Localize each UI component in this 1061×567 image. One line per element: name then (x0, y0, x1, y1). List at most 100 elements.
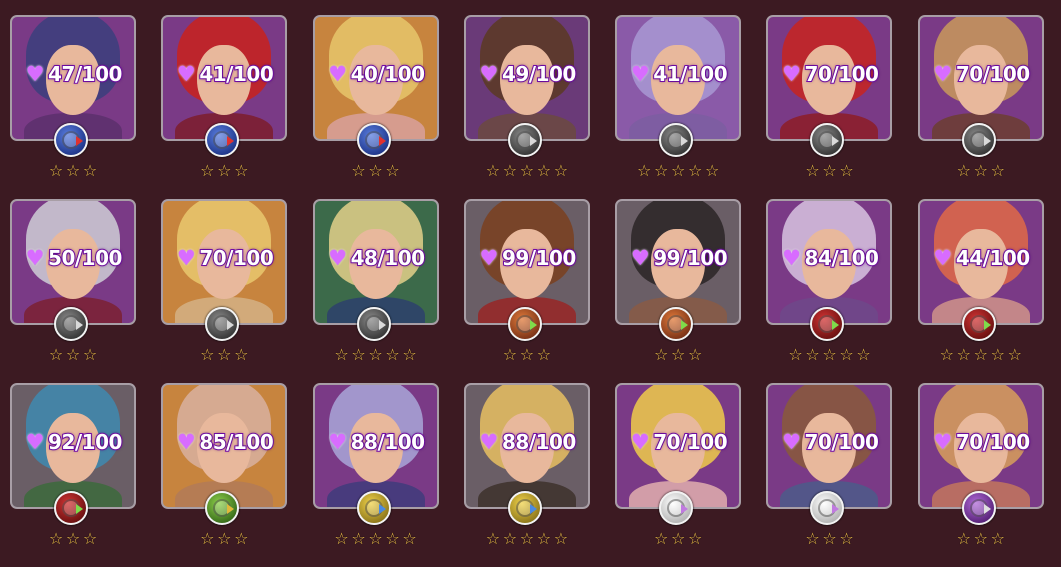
element-arrow-icon (681, 136, 689, 146)
affection-value: 88/100 (350, 429, 426, 455)
heart-gem-icon: ♥ (782, 429, 801, 454)
green-element-icon[interactable] (205, 491, 240, 525)
empty-star-icon: ☆ (536, 161, 552, 180)
girl-card[interactable]: ♥ 85/100 ☆ ☆ ☆ (161, 383, 288, 567)
grade-stars: ☆ ☆ ☆ (10, 347, 136, 365)
affection-counter: ♥ 40/100 (313, 59, 439, 89)
orange-element-icon[interactable] (659, 307, 694, 341)
girl-card[interactable]: ♥ 88/100 ☆ ☆ ☆ ☆ ☆ (312, 383, 439, 567)
empty-star-icon: ☆ (688, 529, 703, 548)
grade-stars: ☆ ☆ ☆ (10, 531, 136, 549)
affection-counter: ♥ 47/100 (10, 59, 136, 89)
empty-star-icon: ☆ (351, 529, 366, 548)
grade-stars: ☆ ☆ ☆ (615, 347, 741, 365)
girl-card[interactable]: ♥ 47/100 ☆ ☆ ☆ (10, 15, 136, 199)
affection-counter: ♥ 50/100 (10, 243, 136, 273)
girl-card[interactable]: ♥ 41/100 ☆ ☆ ☆ (161, 15, 288, 199)
girl-card[interactable]: ♥ 41/100 ☆ ☆ ☆ ☆ ☆ (615, 15, 742, 199)
empty-star-icon: ☆ (385, 529, 400, 548)
empty-star-icon: ☆ (368, 529, 383, 548)
empty-star-icon: ☆ (200, 161, 215, 180)
affection-counter: ♥ 70/100 (766, 59, 892, 89)
girl-card[interactable]: ♥ 88/100 ☆ ☆ ☆ ☆ ☆ (463, 383, 590, 567)
girl-card[interactable]: ♥ 99/100 ☆ ☆ ☆ (615, 199, 742, 383)
yellow-element-icon[interactable] (356, 491, 391, 525)
empty-star-icon: ☆ (956, 161, 971, 180)
empty-star-icon: ☆ (536, 529, 552, 548)
dark-element-icon[interactable] (659, 123, 694, 157)
girl-card[interactable]: ♥ 84/100 ☆ ☆ ☆ ☆ ☆ (766, 199, 893, 383)
empty-star-icon: ☆ (334, 345, 349, 364)
white-element-icon[interactable] (659, 491, 694, 525)
dark-element-icon[interactable] (961, 123, 996, 157)
grade-stars: ☆ ☆ ☆ ☆ ☆ (918, 347, 1044, 365)
girl-card[interactable]: ♥ 70/100 ☆ ☆ ☆ (615, 383, 742, 567)
heart-gem-icon: ♥ (933, 61, 953, 86)
girl-card[interactable]: ♥ 70/100 ☆ ☆ ☆ (161, 199, 288, 383)
heart-gem-icon: ♥ (933, 245, 953, 270)
girl-card[interactable]: ♥ 70/100 ☆ ☆ ☆ (917, 383, 1044, 567)
girl-card[interactable]: ♥ 92/100 ☆ ☆ ☆ (10, 383, 136, 567)
empty-star-icon: ☆ (217, 529, 232, 548)
grade-stars: ☆ ☆ ☆ (766, 531, 892, 549)
dark-element-icon[interactable] (205, 307, 240, 341)
heart-gem-icon: ♥ (328, 245, 348, 270)
element-arrow-icon (832, 136, 840, 146)
heart-gem-icon: ♥ (25, 245, 45, 270)
empty-star-icon: ☆ (502, 529, 518, 548)
empty-star-icon: ☆ (805, 161, 820, 180)
blue-element-icon[interactable] (356, 123, 391, 157)
red-element-icon[interactable] (54, 491, 88, 525)
empty-star-icon: ☆ (48, 529, 64, 548)
affection-value: 41/100 (652, 61, 728, 87)
empty-star-icon: ☆ (385, 345, 400, 364)
purple-element-icon[interactable] (961, 491, 996, 525)
empty-star-icon: ☆ (65, 529, 81, 548)
blue-element-icon[interactable] (54, 123, 88, 157)
girl-card[interactable]: ♥ 70/100 ☆ ☆ ☆ (917, 15, 1044, 199)
dark-element-icon[interactable] (356, 307, 391, 341)
affection-value: 99/100 (501, 245, 577, 271)
orange-element-icon[interactable] (507, 307, 542, 341)
empty-star-icon: ☆ (234, 529, 249, 548)
affection-value: 40/100 (350, 61, 426, 87)
empty-star-icon: ☆ (671, 161, 686, 180)
girl-card[interactable]: ♥ 70/100 ☆ ☆ ☆ (766, 383, 893, 567)
element-arrow-icon (832, 320, 840, 330)
affection-value: 84/100 (804, 245, 880, 271)
grade-stars: ☆ ☆ ☆ (161, 163, 287, 181)
grade-stars: ☆ ☆ ☆ ☆ ☆ (464, 163, 590, 181)
element-arrow-icon (529, 320, 537, 330)
girl-card[interactable]: ♥ 40/100 ☆ ☆ ☆ (312, 15, 439, 199)
yellow-element-icon[interactable] (507, 491, 542, 525)
girl-card[interactable]: ♥ 50/100 ☆ ☆ ☆ (10, 199, 136, 383)
element-arrow-icon (529, 136, 537, 146)
dark-element-icon[interactable] (810, 123, 845, 157)
white-element-icon[interactable] (810, 491, 845, 525)
heart-gem-icon: ♥ (328, 429, 348, 454)
heart-gem-icon: ♥ (25, 61, 45, 86)
empty-star-icon: ☆ (368, 161, 383, 180)
empty-star-icon: ☆ (519, 529, 535, 548)
affection-value: 70/100 (652, 429, 728, 455)
empty-star-icon: ☆ (200, 529, 215, 548)
element-arrow-icon (76, 504, 83, 514)
girl-card[interactable]: ♥ 49/100 ☆ ☆ ☆ ☆ ☆ (463, 15, 590, 199)
empty-star-icon: ☆ (334, 529, 349, 548)
girl-card[interactable]: ♥ 48/100 ☆ ☆ ☆ ☆ ☆ (312, 199, 439, 383)
grade-stars: ☆ ☆ ☆ (313, 163, 439, 181)
dark-element-icon[interactable] (507, 123, 542, 157)
grade-stars: ☆ ☆ ☆ (918, 531, 1044, 549)
heart-gem-icon: ♥ (630, 61, 650, 86)
red-element-icon[interactable] (810, 307, 845, 341)
element-arrow-icon (227, 320, 235, 330)
element-arrow-icon (227, 504, 235, 514)
dark-element-icon[interactable] (54, 307, 88, 341)
blue-element-icon[interactable] (205, 123, 240, 157)
girl-card[interactable]: ♥ 44/100 ☆ ☆ ☆ ☆ ☆ (917, 199, 1044, 383)
girl-card[interactable]: ♥ 99/100 ☆ ☆ ☆ (463, 199, 590, 383)
grade-stars: ☆ ☆ ☆ (161, 531, 287, 549)
empty-star-icon: ☆ (654, 161, 669, 180)
girl-card[interactable]: ♥ 70/100 ☆ ☆ ☆ (766, 15, 893, 199)
red-element-icon[interactable] (961, 307, 996, 341)
